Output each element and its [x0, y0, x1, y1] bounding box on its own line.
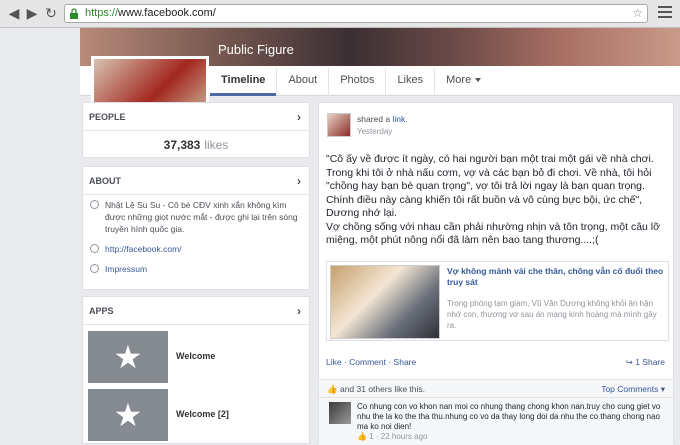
profile-tabs: Timeline About Photos Likes More: [210, 68, 492, 96]
apps-title: APPS: [89, 306, 114, 316]
likes-number: 37,383: [163, 138, 201, 152]
apps-heading[interactable]: APPS ›: [83, 297, 309, 325]
comment-meta: 👍 1 · 22 hours ago: [357, 432, 427, 441]
info-icon: [90, 200, 99, 209]
comment: Co nhung con vo khon nan moi co nhung th…: [319, 397, 673, 445]
star-icon: ★: [88, 389, 168, 441]
back-icon[interactable]: ◀: [6, 5, 22, 21]
share-arrow-icon: ↪: [625, 357, 633, 367]
tab-likes[interactable]: Likes: [385, 68, 434, 96]
post-header: shared a link.: [357, 114, 408, 124]
likes-summary: 👍 and 31 others like this. Top Comments ▾: [319, 379, 673, 397]
link-attachment[interactable]: Vợ không mảnh vải che thân, chồng vẫn cố…: [326, 261, 669, 341]
chevron-right-icon: ›: [297, 304, 301, 318]
tab-more[interactable]: More: [434, 68, 492, 96]
commenter-avatar[interactable]: [329, 402, 351, 424]
about-impressum: Impressum: [83, 259, 309, 279]
tab-more-label: More: [446, 74, 472, 86]
attachment-description: Trong phòng tạm giam, Vũ Văn Dương không…: [447, 299, 657, 330]
info-icon: [90, 264, 99, 273]
app-label: Welcome: [176, 351, 216, 361]
star-icon: ★: [88, 331, 168, 383]
share-count[interactable]: ↪ 1 Share: [626, 357, 665, 368]
tab-about[interactable]: About: [276, 68, 328, 96]
thumbs-up-icon: 👍: [327, 384, 338, 394]
lock-icon: [70, 8, 78, 19]
poster-avatar[interactable]: [327, 113, 351, 137]
app-item[interactable]: ★ Welcome: [88, 331, 304, 383]
likes-summary-text[interactable]: and 31 others like this.: [340, 384, 425, 394]
likes-count[interactable]: 37,383 likes: [83, 131, 309, 159]
shared-text: shared a: [357, 114, 391, 124]
browser-chrome: ◀ ▶ ↻ https://www.facebook.com/ ☆: [0, 0, 680, 28]
bio-text: Nhật Lệ Su Su - Cô bé CĐV xinh xắn không…: [105, 200, 298, 234]
post-body: "Cô ấy về được ít ngày, có hai người bạn…: [326, 153, 661, 246]
post-time[interactable]: Yesterday: [357, 127, 392, 136]
chevron-right-icon: ›: [297, 174, 301, 188]
app-item[interactable]: ★ Welcome [2]: [88, 389, 304, 441]
top-comments-dropdown[interactable]: Top Comments ▾: [601, 380, 665, 398]
comment-text: Co nhung con vo khon nan moi co nhung th…: [357, 402, 661, 431]
comment-meta-text: 1 · 22 hours ago: [369, 432, 428, 441]
about-title: ABOUT: [89, 176, 121, 186]
profile-category: Public Figure: [218, 42, 294, 57]
post-actions[interactable]: Like · Comment · Share: [326, 357, 416, 367]
address-bar[interactable]: https://www.facebook.com/ ☆: [64, 4, 648, 23]
about-website: http://facebook.com/: [83, 239, 309, 259]
menu-icon[interactable]: [658, 6, 672, 20]
about-card: ABOUT › Nhật Lệ Su Su - Cô bé CĐV xinh xắ…: [82, 166, 310, 290]
caret-down-icon: [475, 78, 482, 83]
attachment-title[interactable]: Vợ không mảnh vải che thân, chồng vẫn cố…: [447, 266, 665, 288]
chevron-right-icon: ›: [297, 110, 301, 124]
likes-unit: likes: [204, 138, 229, 152]
people-heading[interactable]: PEOPLE ›: [83, 103, 309, 131]
forward-icon[interactable]: ▶: [24, 5, 40, 21]
about-bio: Nhật Lệ Su Su - Cô bé CĐV xinh xắn không…: [83, 195, 309, 239]
people-card: PEOPLE › 37,383 likes: [82, 102, 310, 158]
app-label: Welcome [2]: [176, 409, 229, 419]
attachment-thumbnail: [330, 265, 440, 339]
shared-link[interactable]: link: [392, 114, 405, 124]
share-count-label: 1 Share: [635, 357, 665, 367]
website-link[interactable]: http://facebook.com/: [105, 244, 182, 254]
profile-header: Public Figure Timeline About Photos Like…: [80, 28, 680, 112]
url-scheme: https://: [85, 7, 119, 19]
timeline-post: shared a link. Yesterday "Cô ấy về được …: [318, 102, 674, 445]
globe-icon: [90, 244, 99, 253]
reload-icon[interactable]: ↻: [43, 5, 59, 21]
tab-timeline[interactable]: Timeline: [210, 68, 277, 96]
url-host: www.facebook.com/: [118, 7, 216, 19]
apps-card: APPS › ★ Welcome ★ Welcome [2]: [82, 296, 310, 444]
impressum-link[interactable]: Impressum: [105, 264, 147, 274]
bookmark-star-icon[interactable]: ☆: [632, 5, 643, 22]
about-heading[interactable]: ABOUT ›: [83, 167, 309, 195]
tab-photos[interactable]: Photos: [328, 68, 385, 96]
people-title: PEOPLE: [89, 112, 126, 122]
comment-like-icon[interactable]: 👍: [357, 432, 367, 441]
